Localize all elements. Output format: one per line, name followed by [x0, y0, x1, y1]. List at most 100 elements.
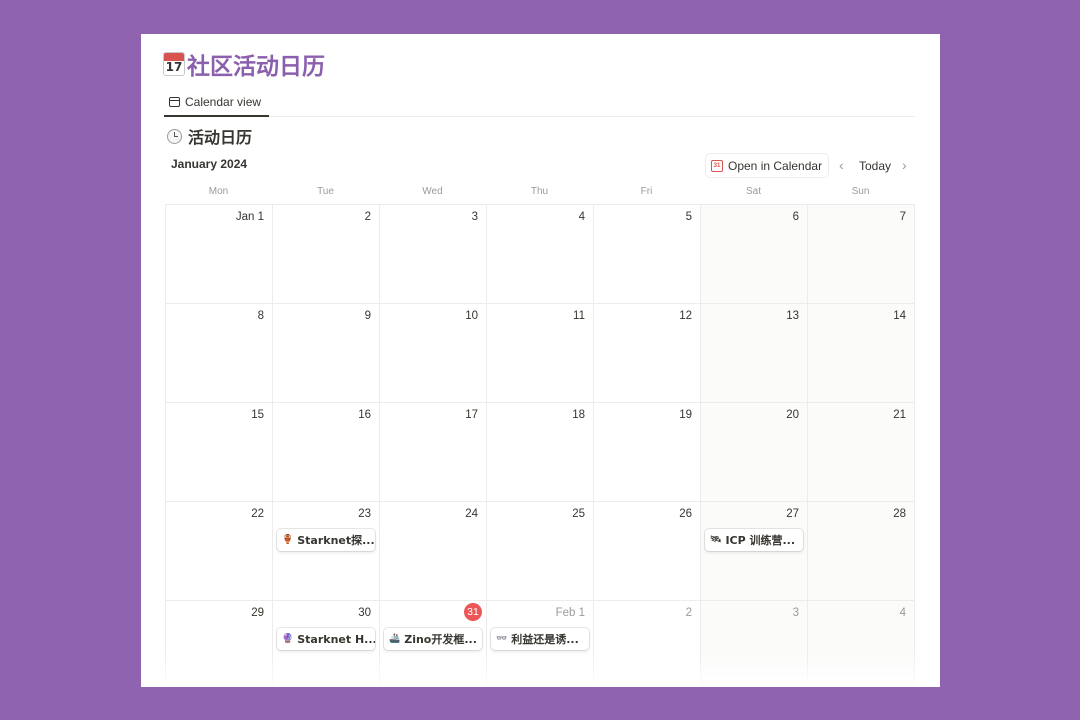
open-in-calendar-label: Open in Calendar	[728, 158, 823, 173]
calendar-day-cell[interactable]: 10	[380, 304, 487, 403]
calendar-day-cell[interactable]: 23 🏺 Starknet探...	[273, 502, 380, 601]
day-number: 14	[893, 310, 906, 322]
calendar-day-cell[interactable]: 5	[594, 205, 701, 304]
weekday-header: Mon Tue Wed Thu Fri Sat Sun	[165, 186, 914, 204]
day-number: 21	[893, 409, 906, 421]
weekday-label: Wed	[422, 186, 443, 197]
calendar-day-cell[interactable]: 6	[701, 205, 808, 304]
view-title-text: 活动日历	[188, 128, 253, 147]
tab-calendar-view[interactable]: Calendar view	[164, 89, 270, 117]
weekday-label: Sat	[745, 186, 761, 197]
tab-label: Calendar view	[185, 95, 262, 109]
page-title-text: 社区活动日历	[187, 54, 325, 80]
calendar-day-cell[interactable]: 3	[380, 205, 487, 304]
event-icon: 🛰	[710, 535, 722, 545]
event-card[interactable]: 🛰 ICP 训练营...	[705, 529, 803, 551]
day-number: 13	[786, 310, 799, 322]
day-number: 4	[899, 607, 906, 619]
day-number: 3	[471, 211, 478, 223]
weekday-label: Thu	[530, 186, 549, 197]
day-number: 11	[573, 310, 585, 322]
event-card[interactable]: 🏺 Starknet探...	[277, 529, 375, 551]
bottom-fade	[141, 653, 940, 687]
calendar-day-cell[interactable]: 19	[594, 403, 701, 502]
event-icon: 🏺	[282, 535, 294, 545]
event-card[interactable]: 🚢 Zino开发框...	[384, 628, 482, 650]
day-number: 16	[358, 409, 371, 421]
calendar-icon: 17	[163, 52, 185, 76]
day-number: 29	[251, 607, 264, 619]
clock-icon	[167, 128, 182, 144]
calendar-day-cell[interactable]: 12	[594, 304, 701, 403]
day-number: 22	[251, 508, 264, 520]
day-number: 8	[257, 310, 264, 322]
calendar-day-cell[interactable]: 9	[273, 304, 380, 403]
day-number: Feb 1	[555, 607, 585, 619]
day-number: 7	[899, 211, 906, 223]
day-number: 5	[685, 211, 692, 223]
calendar-day-cell[interactable]: 20	[701, 403, 808, 502]
day-number: 20	[786, 409, 799, 421]
event-icon: 🚢	[389, 634, 401, 644]
calendar-grid: Jan 1 2 3 4 5 6 7 8 9 10 11 12 13 14 15 16 17 18 19 20 21 22 2…	[165, 204, 915, 687]
calendar-day-cell[interactable]: 28	[808, 502, 915, 601]
day-number: 25	[572, 508, 585, 520]
day-number: 24	[465, 508, 478, 520]
calendar-day-cell[interactable]: 16	[273, 403, 380, 502]
day-number: 2	[685, 607, 692, 619]
calendar-day-cell[interactable]: 8	[166, 304, 273, 403]
calendar-day-cell[interactable]: 14	[808, 304, 915, 403]
event-title: 利益还是诱...	[511, 633, 579, 646]
day-number: 23	[358, 508, 371, 520]
open-in-calendar-button[interactable]: 31 Open in Calendar	[706, 154, 828, 177]
today-day-number: 31	[464, 603, 482, 621]
chevron-left-icon[interactable]: ‹	[839, 157, 844, 173]
page-title: 17 社区活动日历	[163, 48, 325, 80]
calendar-day-cell[interactable]: 24	[380, 502, 487, 601]
day-number: 4	[578, 211, 585, 223]
day-number: 27	[786, 508, 799, 520]
day-number: 18	[572, 409, 585, 421]
day-number: 30	[358, 607, 371, 619]
calendar-day-cell[interactable]: 22	[166, 502, 273, 601]
event-title: Zino开发框...	[404, 633, 477, 646]
weekday-label: Mon	[208, 186, 229, 197]
google-calendar-icon: 31	[711, 159, 723, 172]
day-number: 6	[792, 211, 799, 223]
day-number: 17	[465, 409, 478, 421]
day-number: 19	[679, 409, 692, 421]
calendar-day-cell[interactable]: 7	[808, 205, 915, 304]
event-title: ICP 训练营...	[725, 534, 796, 547]
event-card[interactable]: 👓 利益还是诱...	[491, 628, 589, 650]
calendar-day-cell[interactable]: 18	[487, 403, 594, 502]
weekday-label: Sun	[851, 186, 870, 197]
view-title: 活动日历	[167, 125, 252, 147]
month-label: January 2024	[171, 157, 248, 171]
calendar-day-cell[interactable]: Jan 1	[166, 205, 273, 304]
calendar-day-cell[interactable]: 15	[166, 403, 273, 502]
day-number: 2	[364, 211, 371, 223]
calendar-day-cell[interactable]: 2	[273, 205, 380, 304]
chevron-right-icon[interactable]: ›	[902, 157, 907, 173]
day-number: 9	[364, 310, 371, 322]
day-number: 3	[792, 607, 799, 619]
day-number: 15	[251, 409, 264, 421]
calendar-day-cell[interactable]: 4	[487, 205, 594, 304]
calendar-day-cell[interactable]: 25	[487, 502, 594, 601]
day-number: Jan 1	[235, 211, 264, 223]
calendar-day-cell[interactable]: 13	[701, 304, 808, 403]
day-number: 10	[465, 310, 478, 322]
event-title: Starknet H...	[297, 632, 375, 646]
event-icon: 👓	[496, 634, 508, 644]
day-number: 12	[679, 310, 692, 322]
calendar-day-cell[interactable]: 21	[808, 403, 915, 502]
calendar-day-cell[interactable]: 26	[594, 502, 701, 601]
calendar-view-icon	[169, 97, 180, 107]
calendar-day-cell[interactable]: 17	[380, 403, 487, 502]
calendar-day-cell[interactable]: 11	[487, 304, 594, 403]
weekday-label: Tue	[317, 186, 334, 197]
notion-page: 17 社区活动日历 Calendar view 活动日历 January 202…	[141, 34, 940, 687]
event-card[interactable]: 🔮 Starknet H...	[277, 628, 375, 650]
today-button[interactable]: Today	[859, 159, 891, 173]
calendar-day-cell[interactable]: 27 🛰 ICP 训练营...	[701, 502, 808, 601]
